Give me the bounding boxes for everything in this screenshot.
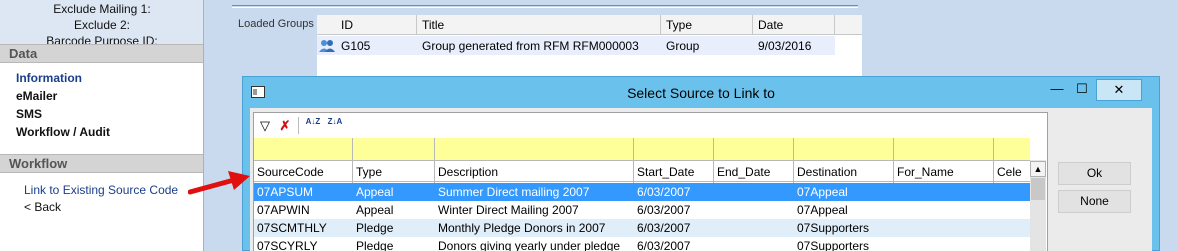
annotation-arrow-icon (188, 171, 250, 195)
column-header-date[interactable]: Date (758, 18, 783, 32)
workflow-section-header: Workflow (0, 154, 203, 173)
filter-separator (633, 138, 634, 160)
maximize-button[interactable]: ☐ (1070, 79, 1094, 101)
sidebar-link-workflow-audit[interactable]: Workflow / Audit (16, 125, 110, 139)
source-destination: 07Appeal (797, 203, 848, 217)
column-separator (416, 15, 417, 35)
source-code: 07APWIN (257, 203, 310, 217)
column-separator (713, 161, 714, 183)
grid-toolbar: ▽ ✗ A↓Z Z↓A (254, 113, 1047, 138)
group-type: Group (666, 39, 700, 53)
group-date: 9/03/2016 (758, 39, 812, 53)
filter-separator (893, 138, 894, 160)
group-id: G105 (341, 39, 371, 53)
loaded-groups-header: ID Title Type Date (317, 15, 862, 35)
column-header-start-date[interactable]: Start_Date (637, 165, 694, 179)
toolbar-separator (298, 117, 299, 134)
source-type: Appeal (356, 203, 394, 217)
source-code: 07SCMTHLY (257, 221, 327, 235)
data-section-header: Data (0, 44, 203, 63)
source-start-date: 6/03/2007 (637, 239, 691, 251)
table-row[interactable]: 07SCYRLY Pledge Donors giving yearly und… (254, 237, 1030, 251)
source-type: Pledge (356, 239, 394, 251)
source-start-date: 6/03/2007 (637, 221, 691, 235)
minimize-button[interactable]: — (1045, 79, 1069, 101)
column-header-type[interactable]: Type (666, 18, 692, 32)
source-destination: 07Supporters (797, 221, 870, 235)
source-destination: 07Appeal (797, 185, 848, 199)
divider (232, 5, 858, 8)
column-header-description[interactable]: Description (438, 165, 498, 179)
loaded-groups-label: Loaded Groups (238, 18, 314, 30)
column-separator (352, 161, 353, 183)
column-header-type[interactable]: Type (356, 165, 382, 179)
link-existing-source-code[interactable]: Link to Existing Source Code (24, 183, 178, 197)
column-separator (633, 161, 634, 183)
column-separator (893, 161, 894, 183)
none-button[interactable]: None (1058, 190, 1131, 213)
source-description: Winter Direct Mailing 2007 (438, 203, 579, 217)
column-header-end-date[interactable]: End_Date (717, 165, 770, 179)
close-button[interactable]: ✕ (1096, 79, 1142, 101)
column-separator (793, 161, 794, 183)
group-icon (319, 38, 335, 56)
table-row[interactable]: 07APSUM Appeal Summer Direct mailing 200… (254, 183, 1030, 201)
select-source-dialog: Select Source to Link to — ☐ ✕ ▽ ✗ A↓Z Z… (242, 76, 1160, 251)
table-row[interactable]: 07APWIN Appeal Winter Direct Mailing 200… (254, 201, 1030, 219)
source-description: Summer Direct mailing 2007 (438, 185, 590, 199)
source-start-date: 6/03/2007 (637, 203, 691, 217)
source-code: 07SCYRLY (257, 239, 318, 251)
sidebar: Exclude Mailing 1: Exclude 2: Barcode Pu… (0, 0, 204, 251)
sidebar-link-emailer[interactable]: eMailer (16, 89, 57, 103)
source-type: Appeal (356, 185, 394, 199)
sort-descending-icon[interactable]: Z↓A (326, 117, 344, 135)
source-type: Pledge (356, 221, 394, 235)
column-separator (752, 15, 753, 35)
column-header-destination[interactable]: Destination (797, 165, 857, 179)
source-grid-panel: ▽ ✗ A↓Z Z↓A SourceCode Type Description … (253, 112, 1048, 251)
scroll-up-icon[interactable]: ▲ (1030, 161, 1046, 177)
table-row[interactable]: 07SCMTHLY Pledge Monthly Pledge Donors i… (254, 219, 1030, 237)
dialog-title: Select Source to Link to (627, 85, 775, 101)
exclude-mailing-1-label: Exclude Mailing 1: (53, 2, 151, 16)
group-title: Group generated from RFM RFM000003 (422, 39, 639, 53)
source-start-date: 6/03/2007 (637, 185, 691, 199)
source-code: 07APSUM (257, 185, 314, 199)
sidebar-top-fields: Exclude Mailing 1: Exclude 2: Barcode Pu… (0, 0, 203, 48)
sort-ascending-icon[interactable]: A↓Z (304, 117, 322, 135)
filter-separator (434, 138, 435, 160)
filter-separator (993, 138, 994, 160)
column-separator (993, 161, 994, 183)
sidebar-link-information[interactable]: Information (16, 71, 82, 85)
column-separator (434, 161, 435, 183)
source-description: Monthly Pledge Donors in 2007 (438, 221, 606, 235)
column-separator (660, 15, 661, 35)
column-header-title[interactable]: Title (422, 18, 444, 32)
column-header-sourcecode[interactable]: SourceCode (257, 165, 324, 179)
dialog-client: ▽ ✗ A↓Z Z↓A SourceCode Type Description … (250, 108, 1152, 251)
sidebar-link-sms[interactable]: SMS (16, 107, 42, 121)
clear-filter-icon[interactable]: ✗ (276, 117, 294, 135)
column-separator (834, 15, 835, 35)
column-header-cele[interactable]: Cele (997, 165, 1022, 179)
source-grid-header: SourceCode Type Description Start_Date E… (254, 160, 1030, 183)
filter-separator (713, 138, 714, 160)
back-link[interactable]: < Back (24, 200, 61, 214)
column-header-for-name[interactable]: For_Name (897, 165, 954, 179)
filter-separator (352, 138, 353, 160)
ok-button[interactable]: Ok (1058, 162, 1131, 185)
filter-icon[interactable]: ▽ (256, 117, 274, 135)
table-row[interactable]: G105 Group generated from RFM RFM000003 … (317, 36, 835, 55)
exclude-2-label: Exclude 2: (73, 18, 131, 32)
source-destination: 07Supporters (797, 239, 870, 251)
dialog-titlebar[interactable]: Select Source to Link to — ☐ ✕ (243, 77, 1159, 108)
column-header-id[interactable]: ID (341, 18, 353, 32)
filter-separator (793, 138, 794, 160)
vertical-scrollbar[interactable]: ▲ (1030, 160, 1046, 251)
scroll-thumb[interactable] (1031, 178, 1045, 200)
filter-row[interactable] (254, 138, 1030, 160)
source-description: Donors giving yearly under pledge (438, 239, 621, 251)
